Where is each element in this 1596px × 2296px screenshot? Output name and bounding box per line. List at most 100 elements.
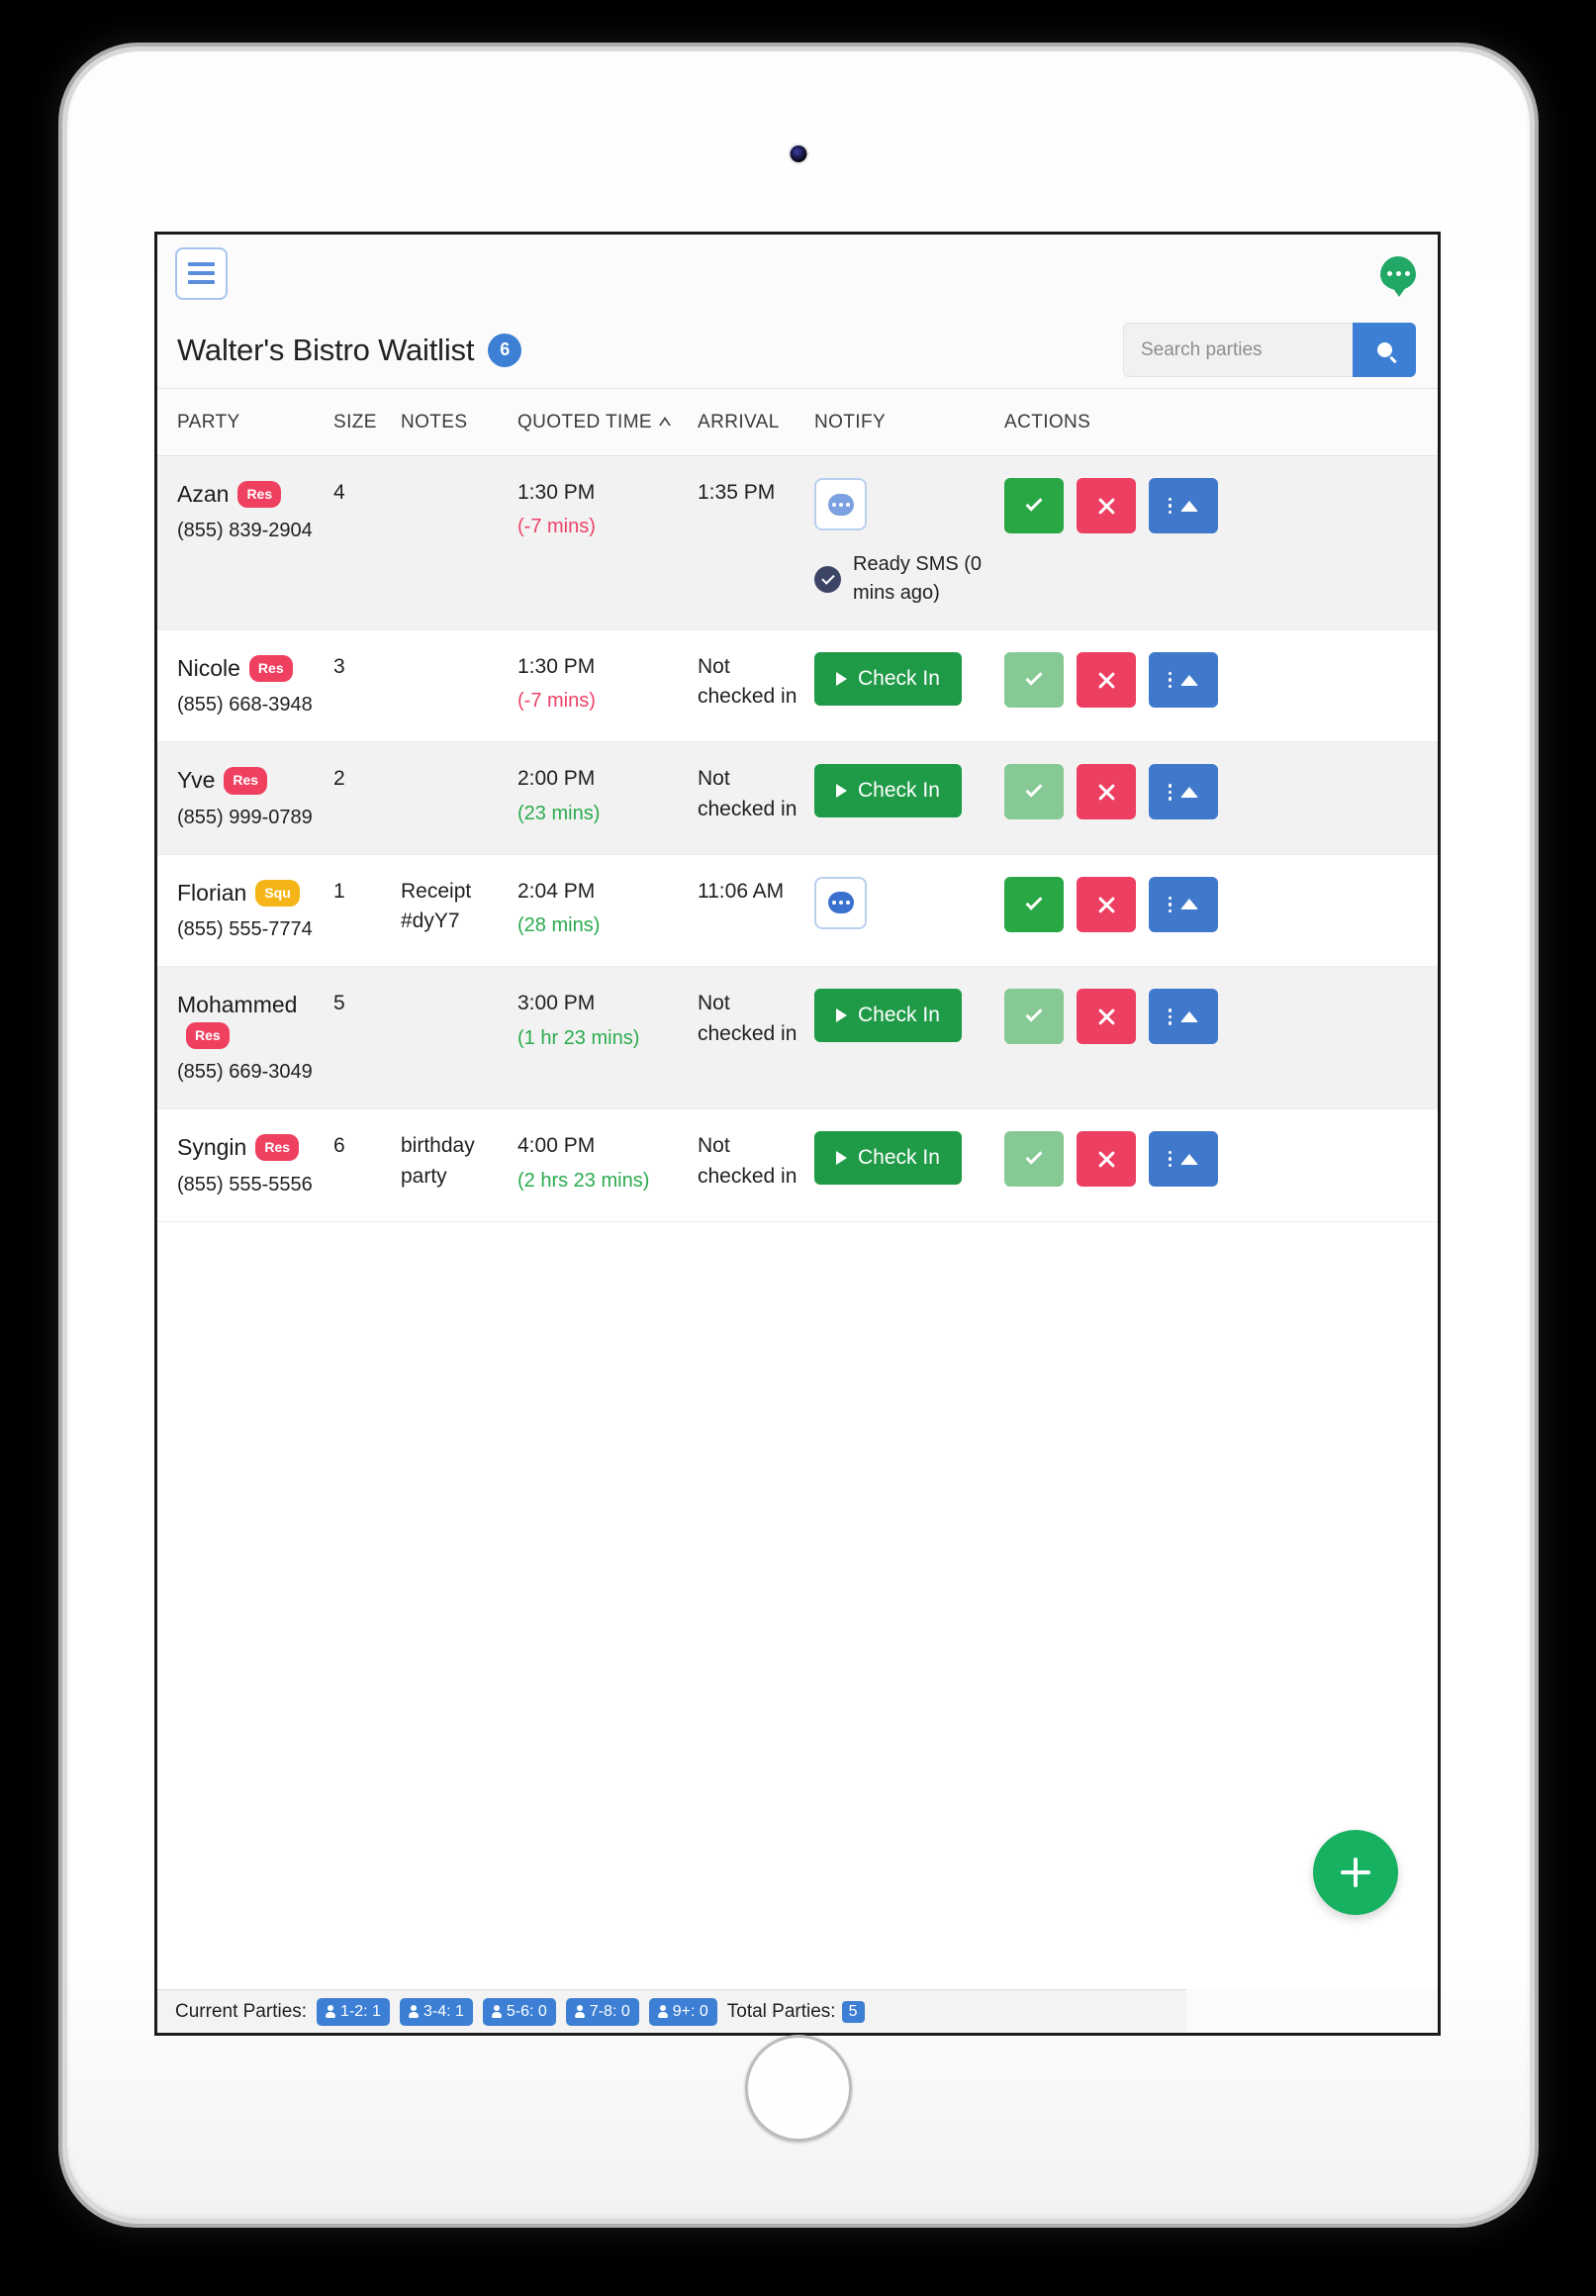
party-size: 5 bbox=[333, 992, 345, 1015]
more-vertical-icon bbox=[1168, 497, 1173, 515]
party-size: 6 bbox=[333, 1134, 345, 1158]
sms-status: Ready SMS (0 mins ago) bbox=[814, 550, 994, 608]
close-icon bbox=[1097, 1150, 1115, 1168]
row-actions bbox=[1004, 876, 1428, 932]
check-in-button[interactable]: Check In bbox=[814, 764, 962, 818]
dot bbox=[1395, 270, 1401, 276]
quoted-time: 2:04 PM bbox=[517, 879, 596, 903]
party-cell: Yve Res (855) 999-0789 bbox=[177, 764, 333, 831]
chevron-up-icon bbox=[1180, 674, 1199, 686]
column-header-party[interactable]: PARTY bbox=[177, 412, 333, 433]
check-icon bbox=[1025, 494, 1043, 512]
arrival-time: Not checked in bbox=[698, 767, 798, 820]
column-header-notes[interactable]: NOTES bbox=[401, 412, 517, 433]
column-header-size[interactable]: SIZE bbox=[333, 412, 401, 433]
party-size-chip-5-6[interactable]: 5-6: 0 bbox=[482, 1997, 556, 2026]
hamburger-line bbox=[188, 271, 215, 275]
table-row[interactable]: Azan Res (855) 839-2904 4 1:30 PM (-7 mins) 1:… bbox=[157, 456, 1438, 630]
total-parties-value: 5 bbox=[841, 2000, 865, 2023]
search-input[interactable] bbox=[1123, 323, 1353, 377]
check-in-label: Check In bbox=[858, 779, 940, 803]
column-header-arrival[interactable]: ARRIVAL bbox=[698, 412, 814, 433]
remove-party-button[interactable] bbox=[1077, 764, 1136, 820]
more-vertical-icon bbox=[1168, 896, 1173, 913]
search-bar bbox=[1123, 323, 1416, 377]
seat-party-button[interactable] bbox=[1004, 1131, 1064, 1188]
chat-bubble-icon bbox=[827, 892, 854, 914]
seat-party-button[interactable] bbox=[1004, 876, 1064, 932]
notify-cell bbox=[814, 876, 1004, 929]
notify-message-button[interactable] bbox=[814, 478, 867, 530]
party-notes: Receipt #dyY7 bbox=[401, 879, 472, 933]
tablet-screen: Walter's Bistro Waitlist 6 PARTY SIZE NO… bbox=[154, 232, 1441, 2036]
add-party-button[interactable] bbox=[1313, 1830, 1398, 1915]
more-options-button[interactable] bbox=[1149, 989, 1218, 1045]
party-size-chip-label: 9+: 0 bbox=[672, 2002, 708, 2020]
quoted-time-cell: 2:00 PM (23 mins) bbox=[517, 764, 698, 827]
column-header-actions[interactable]: ACTIONS bbox=[1004, 412, 1438, 433]
total-parties-label: Total Parties: bbox=[726, 2000, 836, 2022]
actions-cell bbox=[1004, 478, 1438, 533]
table-row[interactable]: Florian Squ (855) 555-7774 1 Receipt #dyY7 2:… bbox=[157, 854, 1438, 968]
check-icon bbox=[1025, 1147, 1043, 1165]
remove-party-button[interactable] bbox=[1077, 989, 1136, 1045]
seat-party-button[interactable] bbox=[1004, 478, 1064, 533]
party-size-chip-1-2[interactable]: 1-2: 1 bbox=[317, 1997, 390, 2026]
party-size-chip-7-8[interactable]: 7-8: 0 bbox=[565, 1997, 639, 2026]
more-options-button[interactable] bbox=[1149, 876, 1218, 932]
home-button[interactable] bbox=[745, 2035, 852, 2142]
seat-party-button[interactable] bbox=[1004, 652, 1064, 708]
check-in-button[interactable]: Check In bbox=[814, 989, 962, 1043]
table-header-row: PARTY SIZE NOTES QUOTED TIME ARRIVAL NOT… bbox=[157, 389, 1438, 456]
table-row[interactable]: Nicole Res (855) 668-3948 3 1:30 PM (-7 mins)… bbox=[157, 630, 1438, 743]
table-row[interactable]: Mohammed Res (855) 669-3049 5 3:00 PM (1 hr 2… bbox=[157, 967, 1438, 1110]
party-size: 4 bbox=[333, 481, 345, 504]
column-header-notify[interactable]: NOTIFY bbox=[814, 412, 1004, 433]
chat-bubble-icon[interactable] bbox=[1380, 256, 1416, 297]
table-row[interactable]: Yve Res (855) 999-0789 2 2:00 PM (23 mins) Not… bbox=[157, 742, 1438, 855]
hamburger-line bbox=[188, 280, 215, 284]
party-badge: Squ bbox=[255, 879, 300, 908]
party-size-chip-3-4[interactable]: 3-4: 1 bbox=[399, 1997, 473, 2026]
seat-party-button[interactable] bbox=[1004, 989, 1064, 1045]
arrival-time: Not checked in bbox=[698, 655, 798, 709]
party-size-chip-label: 1-2: 1 bbox=[340, 2002, 381, 2020]
table-row[interactable]: Syngin Res (855) 555-5556 6 birthday party 4:… bbox=[157, 1109, 1438, 1222]
more-options-button[interactable] bbox=[1149, 652, 1218, 708]
sort-ascending-icon bbox=[659, 416, 671, 426]
check-in-button[interactable]: Check In bbox=[814, 652, 962, 706]
party-notes: birthday party bbox=[401, 1134, 475, 1188]
more-options-button[interactable] bbox=[1149, 1131, 1218, 1188]
remove-party-button[interactable] bbox=[1077, 876, 1136, 932]
more-vertical-icon bbox=[1168, 1008, 1173, 1025]
party-size-chip-9-plus[interactable]: 9+: 0 bbox=[648, 1997, 717, 2026]
check-in-button[interactable]: Check In bbox=[814, 1131, 962, 1186]
party-phone: (855) 555-7774 bbox=[177, 918, 313, 941]
seat-party-button[interactable] bbox=[1004, 764, 1064, 820]
column-header-quoted-time[interactable]: QUOTED TIME bbox=[517, 412, 698, 433]
quoted-time: 4:00 PM bbox=[517, 1134, 596, 1158]
notify-message-button[interactable] bbox=[814, 876, 867, 929]
remove-party-button[interactable] bbox=[1077, 478, 1136, 533]
search-button[interactable] bbox=[1353, 323, 1416, 377]
quoted-time-delta: (1 hr 23 mins) bbox=[517, 1026, 640, 1049]
remove-party-button[interactable] bbox=[1077, 652, 1136, 708]
play-icon bbox=[836, 1151, 847, 1166]
column-header-quoted-time-label: QUOTED TIME bbox=[517, 411, 652, 432]
person-icon bbox=[657, 2005, 668, 2018]
party-name: Nicole bbox=[177, 655, 240, 681]
more-options-button[interactable] bbox=[1149, 764, 1218, 820]
chevron-up-icon bbox=[1180, 500, 1199, 512]
party-name: Syngin bbox=[177, 1134, 247, 1161]
waitlist-count-badge: 6 bbox=[488, 333, 522, 367]
party-phone: (855) 839-2904 bbox=[177, 520, 313, 542]
check-in-label: Check In bbox=[858, 1004, 940, 1027]
current-parties-label: Current Parties: bbox=[175, 2000, 308, 2022]
notify-cell: Check In bbox=[814, 989, 1004, 1043]
person-icon bbox=[491, 2005, 502, 2018]
more-options-button[interactable] bbox=[1149, 478, 1218, 533]
remove-party-button[interactable] bbox=[1077, 1131, 1136, 1188]
status-footer: Current Parties: 1-2: 1 3-4: 1 5-6: 0 7-… bbox=[157, 1989, 1186, 2033]
actions-cell bbox=[1004, 989, 1438, 1045]
hamburger-menu-icon[interactable] bbox=[175, 246, 228, 300]
